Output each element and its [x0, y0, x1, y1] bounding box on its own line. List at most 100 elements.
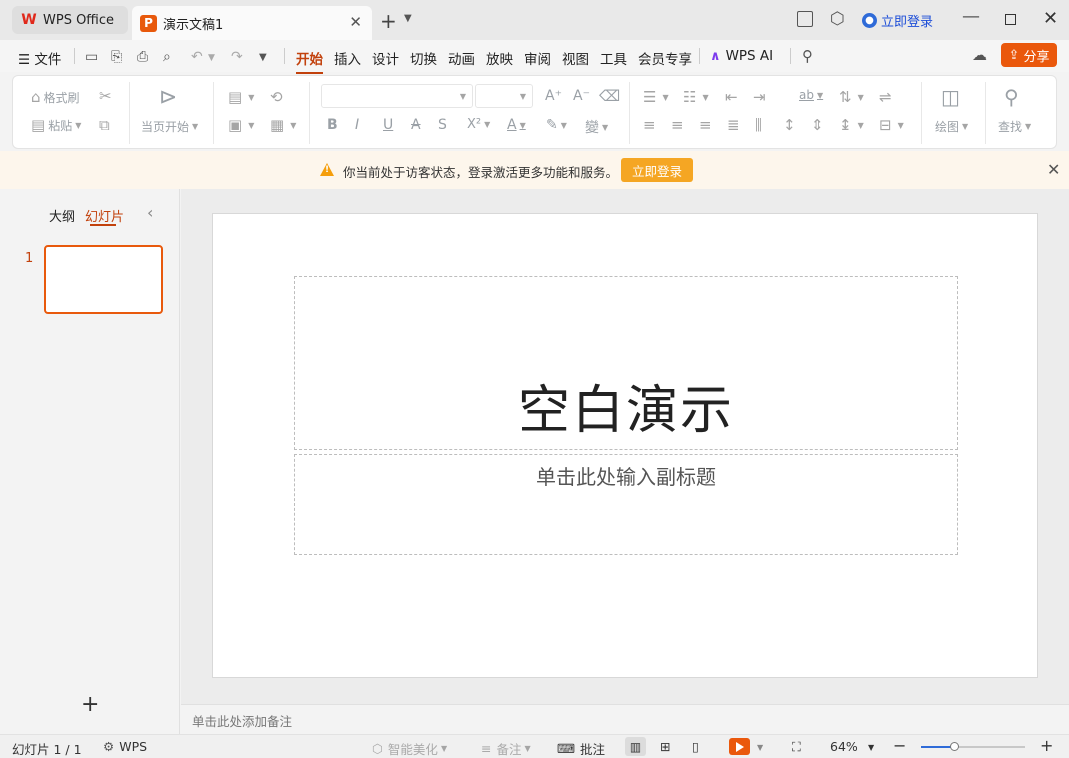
layout-icon[interactable]: ▣ ▼: [228, 116, 254, 134]
slide-sorter-icon[interactable]: ⊞: [660, 739, 670, 754]
align-center-icon[interactable]: ≡: [671, 116, 687, 134]
close-window-button[interactable]: ✕: [1043, 8, 1058, 29]
play-options-chevron-icon[interactable]: ▼: [757, 743, 763, 752]
tab-transition[interactable]: 切换: [410, 48, 437, 68]
notes-pane[interactable]: 单击此处添加备注: [181, 704, 1069, 734]
cloud-upload-icon[interactable]: ☁: [972, 46, 987, 64]
bold-icon[interactable]: B: [327, 117, 338, 133]
slide-thumbnail[interactable]: [44, 245, 163, 314]
subtitle-placeholder[interactable]: 单击此处输入副标题: [294, 454, 958, 555]
spacing-options-icon[interactable]: ↨ ▼: [839, 116, 864, 134]
slide[interactable]: 空白演示 单击此处输入副标题: [212, 213, 1038, 678]
window-switch-icon[interactable]: [797, 11, 813, 27]
save-icon[interactable]: ▭: [85, 49, 98, 65]
login-link[interactable]: ● 立即登录: [862, 11, 933, 30]
decrease-indent-icon[interactable]: ⇤: [725, 88, 741, 106]
zoom-in-button[interactable]: +: [1040, 736, 1053, 755]
reset-slide-icon[interactable]: ⟲: [270, 88, 286, 106]
italic-icon[interactable]: I: [355, 117, 359, 133]
tab-tools[interactable]: 工具: [600, 48, 627, 68]
smart-beautify-button[interactable]: ⬡ 智能美化 ▼: [372, 739, 447, 758]
share-button[interactable]: ⇪ 分享: [1001, 43, 1057, 67]
notice-login-button[interactable]: 立即登录: [621, 158, 693, 182]
close-icon[interactable]: ✕: [1047, 160, 1060, 179]
bullet-list-icon[interactable]: ☰ ▼: [643, 88, 669, 106]
normal-view-button[interactable]: ▥: [625, 737, 646, 756]
justify-icon[interactable]: ≣: [727, 116, 743, 134]
reading-view-icon[interactable]: ▯: [692, 739, 699, 754]
align-right-icon[interactable]: ≡: [699, 116, 715, 134]
align-left-icon[interactable]: ≡: [643, 116, 659, 134]
tab-view[interactable]: 视图: [562, 48, 589, 68]
paragraph-spacing-icon[interactable]: ⇕: [811, 116, 827, 134]
increase-font-icon[interactable]: A⁺: [545, 88, 562, 104]
tab-design[interactable]: 设计: [372, 48, 399, 68]
chevron-left-icon[interactable]: ‹: [147, 203, 153, 222]
notes-toggle-button[interactable]: ≡ 备注 ▼: [481, 739, 531, 758]
tab-animation[interactable]: 动画: [448, 48, 475, 68]
tab-wps-home[interactable]: W WPS Office: [12, 6, 128, 34]
wps-ai-button[interactable]: ∧ WPS AI: [710, 48, 773, 64]
wps-status-button[interactable]: ⚙ WPS: [103, 739, 147, 754]
font-family-select[interactable]: ▼: [321, 84, 473, 108]
char-spacing-icon[interactable]: 變 ▼: [585, 117, 608, 137]
sort-icon[interactable]: ⇅ ▼: [839, 88, 864, 106]
draw-button[interactable]: 绘图 ▼: [935, 118, 968, 135]
decrease-font-icon[interactable]: A⁻: [573, 88, 590, 104]
font-color-icon[interactable]: A ▼: [507, 117, 526, 133]
tab-insert[interactable]: 插入: [334, 48, 361, 68]
tab-member[interactable]: 会员专享: [638, 48, 692, 68]
text-box-icon[interactable]: ⊟ ▼: [879, 116, 904, 134]
font-size-select[interactable]: ▼: [475, 84, 533, 108]
comments-button[interactable]: ⌨ 批注: [557, 739, 605, 758]
zoom-level[interactable]: 64%: [830, 739, 858, 754]
export-icon[interactable]: ⎘: [111, 49, 122, 65]
highlight-icon[interactable]: ✎ ▼: [546, 117, 567, 133]
redo-icon[interactable]: ↷: [231, 49, 243, 65]
more-quick-access-icon[interactable]: ▼: [259, 52, 267, 63]
add-slide-button[interactable]: +: [81, 692, 99, 717]
new-slide-icon[interactable]: ▤ ▼: [228, 88, 254, 106]
draw-shape-icon[interactable]: ◫: [941, 85, 960, 109]
find-icon[interactable]: ⚲: [1004, 85, 1019, 109]
minimize-button[interactable]: —: [962, 6, 980, 27]
slideshow-play-button[interactable]: [729, 738, 750, 755]
print-preview-icon[interactable]: ⌕: [163, 49, 171, 65]
increase-indent-icon[interactable]: ⇥: [753, 88, 769, 106]
tab-slideshow[interactable]: 放映: [486, 48, 513, 68]
distribute-icon[interactable]: ⫼: [755, 116, 765, 134]
cube-icon[interactable]: ⬡: [830, 9, 845, 29]
text-direction-icon[interactable]: ab ▼: [799, 88, 823, 102]
maximize-button[interactable]: [1005, 14, 1016, 25]
tab-review[interactable]: 审阅: [524, 48, 551, 68]
tab-outline[interactable]: 大纲: [49, 206, 75, 225]
new-tab-button[interactable]: +: [380, 9, 397, 33]
tab-document[interactable]: P 演示文稿1 ✕: [132, 6, 372, 40]
zoom-dropdown-icon[interactable]: ▼: [868, 743, 874, 752]
clear-format-icon[interactable]: ⌫: [599, 87, 620, 105]
underline-icon[interactable]: U: [383, 117, 393, 133]
shadow-icon[interactable]: S: [438, 117, 447, 133]
find-button[interactable]: 查找 ▼: [998, 118, 1031, 135]
zoom-slider-handle[interactable]: [950, 742, 960, 751]
convert-icon[interactable]: ⇌: [879, 88, 895, 106]
search-icon[interactable]: ⚲: [802, 47, 813, 65]
strikethrough-icon[interactable]: A: [411, 117, 421, 133]
paste-button[interactable]: ▤ 粘贴 ▼: [31, 116, 81, 134]
file-menu[interactable]: ☰ 文件: [18, 48, 61, 68]
title-placeholder[interactable]: 空白演示: [294, 276, 958, 450]
print-icon[interactable]: ⎙: [137, 49, 148, 65]
play-from-current-button[interactable]: 当页开始 ▼: [141, 118, 198, 135]
undo-dropdown-icon[interactable]: ▼: [208, 53, 215, 63]
numbered-list-icon[interactable]: ☷ ▼: [683, 88, 709, 106]
tab-slides[interactable]: 幻灯片: [85, 206, 124, 225]
chevron-down-icon[interactable]: ▼: [404, 13, 412, 24]
fit-window-icon[interactable]: ⛶: [792, 739, 801, 755]
copy-icon[interactable]: ⧉: [99, 116, 113, 134]
cut-icon[interactable]: ✂: [99, 87, 115, 105]
tab-home-ribbon[interactable]: 开始: [296, 48, 323, 74]
format-painter-button[interactable]: ⌂ 格式刷: [31, 88, 80, 106]
close-tab-icon[interactable]: ✕: [349, 13, 362, 31]
superscript-icon[interactable]: X² ▼: [467, 117, 490, 132]
line-spacing-icon[interactable]: ↕: [783, 116, 799, 134]
